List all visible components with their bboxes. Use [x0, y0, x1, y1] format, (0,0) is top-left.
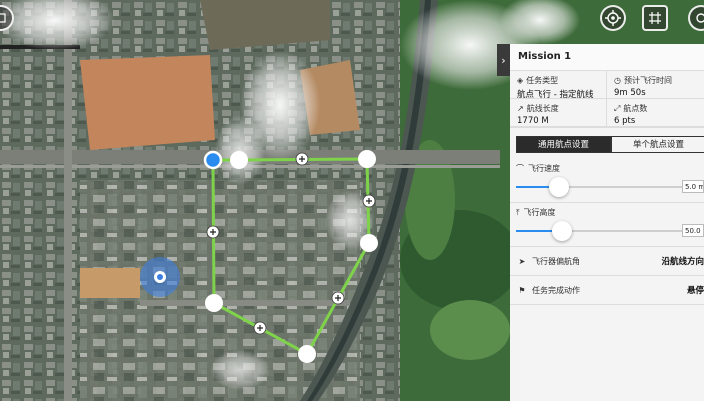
locate-target-icon[interactable] — [600, 5, 626, 31]
flight-time-cell: ◷ 预计飞行时间 9m 50s — [607, 71, 704, 99]
heading-value: 沿航线方向 — [661, 257, 704, 267]
route-length-value: 1770 M — [517, 116, 549, 126]
route-length-icon: ↗ — [517, 104, 524, 113]
add-waypoint-icon[interactable] — [206, 225, 220, 239]
tab-general-waypoint-settings[interactable]: 通用航点设置 — [516, 136, 611, 153]
heading-setting[interactable]: ➤ 飞行器偏航角 沿航线方向 — [510, 247, 704, 276]
waypoint-grid-icon[interactable] — [642, 5, 668, 31]
speed-value-field[interactable]: 5.0 m/s — [682, 180, 704, 193]
mission-panel: Mission 1 ◈ 任务类型 航点飞行 - 指定航线 ◷ 预计飞行时间 9m 5… — [510, 44, 704, 401]
finish-action-icon: ⚑ — [518, 285, 526, 295]
waypoint-count-label: 航点数 — [623, 104, 648, 113]
speed-slider-handle[interactable] — [549, 177, 569, 197]
clock-icon: ◷ — [614, 76, 621, 85]
layers-icon: ◈ — [517, 76, 524, 85]
add-waypoint-icon[interactable] — [362, 194, 376, 208]
speed-slider[interactable] — [516, 177, 686, 197]
add-waypoint-icon[interactable] — [253, 321, 267, 335]
flight-time-label: 预计飞行时间 — [623, 76, 672, 85]
mission-type-label: 任务类型 — [526, 76, 559, 85]
speed-icon: ⌒ — [516, 164, 524, 173]
add-waypoint-icon[interactable] — [331, 291, 345, 305]
home-point-marker[interactable] — [203, 150, 223, 170]
finish-action-label: 任务完成动作 — [532, 285, 580, 295]
finish-action-setting[interactable]: ⚑ 任务完成动作 悬停 — [510, 276, 704, 305]
finish-action-value: 悬停 — [686, 286, 704, 296]
altitude-icon: ⤒ — [516, 207, 520, 217]
tab-single-waypoint-settings[interactable]: 单个航点设置 — [611, 136, 704, 153]
altitude-slider[interactable] — [516, 221, 686, 241]
aircraft-location-icon — [140, 257, 180, 297]
waypoint-marker[interactable] — [298, 345, 316, 363]
mission-title: Mission 1 — [510, 44, 704, 71]
speed-label: 飞行速度 — [528, 164, 560, 173]
altitude-value-field[interactable]: 50.0 m — [682, 224, 704, 237]
waypoint-marker[interactable] — [230, 151, 248, 169]
waypoint-count-value: 6 pts — [614, 116, 636, 126]
altitude-label: 飞行高度 — [523, 208, 556, 217]
heading-label: 飞行器偏航角 — [532, 256, 580, 266]
mission-info-grid: ◈ 任务类型 航点飞行 - 指定航线 ◷ 预计飞行时间 9m 50s ↗ 航线长度 1… — [510, 71, 704, 128]
panel-collapse-button[interactable]: › — [497, 44, 510, 76]
add-waypoint-icon[interactable] — [295, 152, 309, 166]
waypoint-count-icon: ⤢ — [614, 103, 621, 113]
waypoint-marker[interactable] — [360, 234, 378, 252]
altitude-setting: ⤒飞行高度 50.0 m — [510, 203, 704, 247]
flight-time-value: 9m 50s — [614, 88, 646, 98]
route-length-label: 航线长度 — [526, 104, 559, 113]
waypoint-marker[interactable] — [205, 294, 223, 312]
navigation-arrow-icon: ➤ — [518, 256, 526, 266]
speed-setting: ⌒ 飞行速度 5.0 m/s — [510, 159, 704, 203]
chevron-right-icon: › — [501, 53, 506, 67]
route-length-cell: ↗ 航线长度 1770 M — [510, 99, 607, 127]
settings-tabs: 通用航点设置 单个航点设置 — [516, 136, 704, 153]
waypoint-count-cell: ⤢ 航点数 6 pts — [607, 99, 704, 127]
mission-type-cell: ◈ 任务类型 航点飞行 - 指定航线 — [510, 71, 607, 100]
altitude-slider-handle[interactable] — [552, 221, 572, 241]
waypoint-marker[interactable] — [358, 150, 376, 168]
